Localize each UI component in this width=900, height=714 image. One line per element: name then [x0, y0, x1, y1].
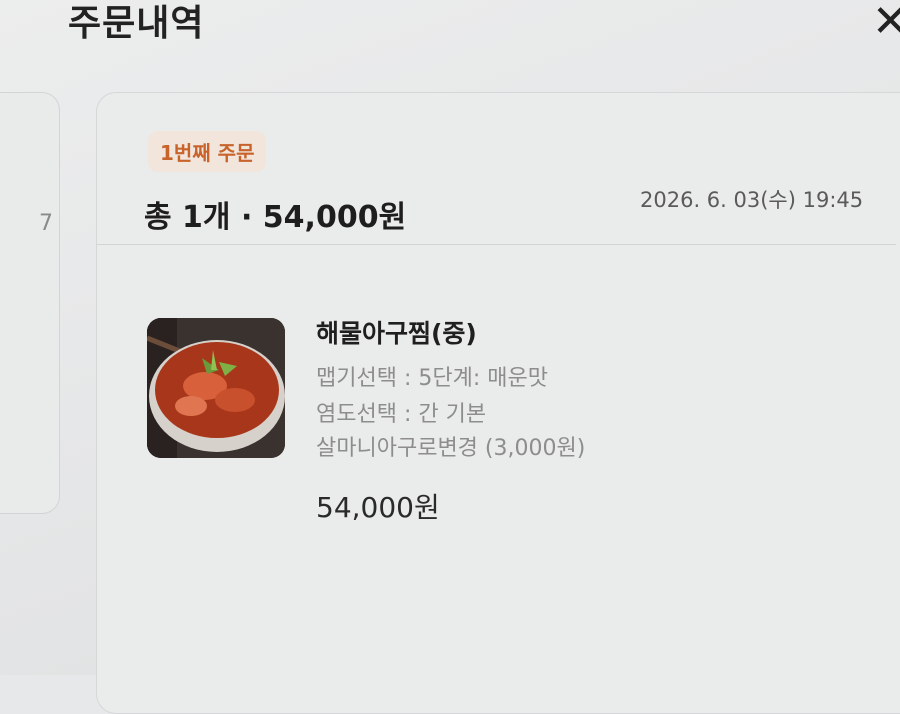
order-history-screen: 주문내역 ✕ 7 1번째 주문 총 1개 · 54,000원 2026. 6. …	[0, 0, 900, 714]
menu-option: 염도선택 : 간 기본	[316, 402, 487, 427]
menu-item-name: 해물아구찜(중)	[316, 319, 477, 348]
food-image-icon	[147, 318, 285, 458]
page-title: 주문내역	[68, 3, 205, 44]
previous-order-partial-text: 7	[39, 211, 53, 236]
close-icon[interactable]: ✕	[872, 0, 900, 44]
menu-option: 살마니아구로변경 (3,000원)	[316, 436, 586, 461]
order-date: 2026. 6. 03(수) 19:45	[640, 188, 864, 212]
menu-item-image	[147, 318, 285, 458]
menu-item-price: 54,000원	[316, 491, 440, 524]
menu-option: 맵기선택 : 5단계: 매운맛	[316, 366, 548, 391]
previous-order-card[interactable]: 7	[0, 92, 60, 514]
order-summary: 총 1개 · 54,000원	[144, 200, 407, 235]
divider	[96, 244, 896, 245]
order-number-badge: 1번째 주문	[148, 131, 267, 172]
